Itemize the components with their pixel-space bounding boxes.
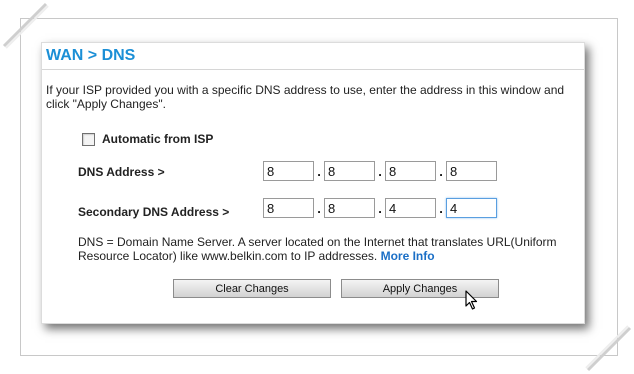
secondary-dns-octet-2[interactable]: 8: [324, 198, 375, 218]
octet-separator: .: [317, 163, 321, 179]
automatic-from-isp-option[interactable]: Automatic from ISP: [82, 132, 213, 146]
automatic-from-isp-label: Automatic from ISP: [102, 132, 214, 146]
octet-separator: .: [378, 200, 382, 216]
dns-address-octet-1[interactable]: 8: [263, 161, 314, 181]
dns-address-octet-2[interactable]: 8: [324, 161, 375, 181]
dns-address-octet-3[interactable]: 8: [385, 161, 436, 181]
secondary-dns-octet-4[interactable]: 4: [446, 198, 497, 218]
more-info-link[interactable]: More Info: [381, 249, 435, 263]
page-fold-corner-icon: [585, 325, 632, 372]
dns-description: DNS = Domain Name Server. A server locat…: [78, 235, 578, 263]
octet-separator: .: [439, 200, 443, 216]
octet-separator: .: [317, 200, 321, 216]
octet-separator: .: [439, 163, 443, 179]
dns-address-input-group: 8 . 8 . 8 . 8: [263, 161, 497, 181]
title-divider: [42, 69, 584, 70]
dns-address-label: DNS Address >: [78, 165, 165, 179]
dns-description-text: DNS = Domain Name Server. A server locat…: [78, 235, 557, 263]
clear-changes-button[interactable]: Clear Changes: [173, 279, 331, 298]
octet-separator: .: [378, 163, 382, 179]
automatic-from-isp-checkbox[interactable]: [82, 132, 95, 146]
dns-settings-panel: WAN > DNS If your ISP provided you with …: [41, 42, 585, 324]
secondary-dns-address-input-group: 8 . 8 . 4 . 4: [263, 198, 497, 218]
dns-address-octet-4[interactable]: 8: [446, 161, 497, 181]
secondary-dns-octet-3[interactable]: 4: [385, 198, 436, 218]
secondary-dns-octet-1[interactable]: 8: [263, 198, 314, 218]
secondary-dns-address-label: Secondary DNS Address >: [78, 205, 230, 219]
page-title: WAN > DNS: [46, 47, 136, 64]
intro-text: If your ISP provided you with a specific…: [46, 83, 565, 111]
mouse-pointer-icon: [465, 290, 478, 310]
